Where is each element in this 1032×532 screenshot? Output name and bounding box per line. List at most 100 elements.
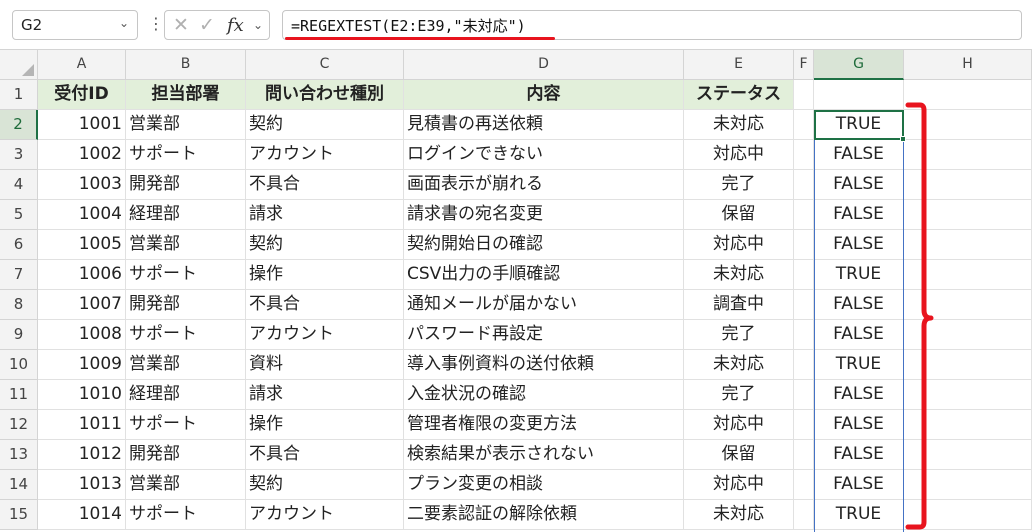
cell-a4[interactable]: 1003: [38, 170, 126, 200]
cell-e5[interactable]: 保留: [684, 200, 794, 230]
column-header-c[interactable]: C: [246, 50, 404, 80]
result-cell-g3[interactable]: FALSE: [814, 140, 904, 170]
cell-c3[interactable]: アカウント: [246, 140, 404, 170]
chevron-down-icon[interactable]: ⌄: [253, 18, 263, 32]
cell-c4[interactable]: 不具合: [246, 170, 404, 200]
row-header-4[interactable]: 4: [0, 170, 38, 200]
row-header-1[interactable]: 1: [0, 80, 38, 110]
row-header-14[interactable]: 14: [0, 470, 38, 500]
cell-b15[interactable]: サポート: [126, 500, 246, 530]
result-cell-g13[interactable]: FALSE: [814, 440, 904, 470]
cell-a2[interactable]: 1001: [38, 110, 126, 140]
more-options-icon[interactable]: ⋮: [148, 14, 164, 33]
cell-a9[interactable]: 1008: [38, 320, 126, 350]
cell-d9[interactable]: パスワード再設定: [404, 320, 684, 350]
cell-e7[interactable]: 未対応: [684, 260, 794, 290]
cell-e15[interactable]: 未対応: [684, 500, 794, 530]
cancel-icon[interactable]: ✕: [173, 14, 189, 36]
cell-b9[interactable]: サポート: [126, 320, 246, 350]
result-cell-g15[interactable]: TRUE: [814, 500, 904, 530]
cell-f10[interactable]: [794, 350, 814, 380]
cell-f8[interactable]: [794, 290, 814, 320]
cell-b14[interactable]: 営業部: [126, 470, 246, 500]
cell-g1[interactable]: [814, 80, 904, 110]
header-cell-e[interactable]: ステータス: [684, 80, 794, 110]
cell-b3[interactable]: サポート: [126, 140, 246, 170]
cell-f7[interactable]: [794, 260, 814, 290]
cell-c2[interactable]: 契約: [246, 110, 404, 140]
cell-a6[interactable]: 1005: [38, 230, 126, 260]
cell-e11[interactable]: 完了: [684, 380, 794, 410]
cell-f2[interactable]: [794, 110, 814, 140]
insert-function-icon[interactable]: fx: [227, 15, 244, 36]
result-cell-g7[interactable]: TRUE: [814, 260, 904, 290]
column-header-e[interactable]: E: [684, 50, 794, 80]
cell-b7[interactable]: サポート: [126, 260, 246, 290]
column-header-d[interactable]: D: [404, 50, 684, 80]
cell-f14[interactable]: [794, 470, 814, 500]
result-cell-g11[interactable]: FALSE: [814, 380, 904, 410]
cell-f9[interactable]: [794, 320, 814, 350]
column-header-b[interactable]: B: [126, 50, 246, 80]
cell-d3[interactable]: ログインできない: [404, 140, 684, 170]
cell-e4[interactable]: 完了: [684, 170, 794, 200]
cell-c13[interactable]: 不具合: [246, 440, 404, 470]
cell-b11[interactable]: 経理部: [126, 380, 246, 410]
row-header-5[interactable]: 5: [0, 200, 38, 230]
cell-f11[interactable]: [794, 380, 814, 410]
cell-d8[interactable]: 通知メールが届かない: [404, 290, 684, 320]
row-header-13[interactable]: 13: [0, 440, 38, 470]
row-header-2[interactable]: 2: [0, 110, 38, 140]
column-header-g[interactable]: G: [814, 50, 904, 80]
cell-a7[interactable]: 1006: [38, 260, 126, 290]
cell-a14[interactable]: 1013: [38, 470, 126, 500]
result-cell-g10[interactable]: TRUE: [814, 350, 904, 380]
cell-c9[interactable]: アカウント: [246, 320, 404, 350]
cell-f4[interactable]: [794, 170, 814, 200]
cell-d6[interactable]: 契約開始日の確認: [404, 230, 684, 260]
result-cell-g12[interactable]: FALSE: [814, 410, 904, 440]
cell-f12[interactable]: [794, 410, 814, 440]
cell-a12[interactable]: 1011: [38, 410, 126, 440]
cell-b6[interactable]: 営業部: [126, 230, 246, 260]
cell-a10[interactable]: 1009: [38, 350, 126, 380]
result-cell-g14[interactable]: FALSE: [814, 470, 904, 500]
cell-f3[interactable]: [794, 140, 814, 170]
row-header-12[interactable]: 12: [0, 410, 38, 440]
result-cell-g2[interactable]: TRUE: [814, 110, 904, 140]
column-header-f[interactable]: F: [794, 50, 814, 80]
cell-d11[interactable]: 入金状況の確認: [404, 380, 684, 410]
result-cell-g4[interactable]: FALSE: [814, 170, 904, 200]
result-cell-g6[interactable]: FALSE: [814, 230, 904, 260]
cell-b2[interactable]: 営業部: [126, 110, 246, 140]
cell-f13[interactable]: [794, 440, 814, 470]
cell-e2[interactable]: 未対応: [684, 110, 794, 140]
cell-d10[interactable]: 導入事例資料の送付依頼: [404, 350, 684, 380]
cell-c5[interactable]: 請求: [246, 200, 404, 230]
cell-d14[interactable]: プラン変更の相談: [404, 470, 684, 500]
cell-b5[interactable]: 経理部: [126, 200, 246, 230]
row-header-15[interactable]: 15: [0, 500, 38, 530]
header-cell-d[interactable]: 内容: [404, 80, 684, 110]
cell-d12[interactable]: 管理者権限の変更方法: [404, 410, 684, 440]
cell-f15[interactable]: [794, 500, 814, 530]
cell-a3[interactable]: 1002: [38, 140, 126, 170]
cell-e9[interactable]: 完了: [684, 320, 794, 350]
cell-c7[interactable]: 操作: [246, 260, 404, 290]
cell-b10[interactable]: 営業部: [126, 350, 246, 380]
cell-f5[interactable]: [794, 200, 814, 230]
chevron-down-icon[interactable]: ⌄: [119, 16, 129, 30]
column-header-a[interactable]: A: [38, 50, 126, 80]
column-header-h[interactable]: H: [904, 50, 1032, 80]
cell-c11[interactable]: 請求: [246, 380, 404, 410]
cell-c14[interactable]: 契約: [246, 470, 404, 500]
cell-e6[interactable]: 対応中: [684, 230, 794, 260]
formula-input[interactable]: =REGEXTEST(E2:E39,"未対応"): [282, 10, 1022, 40]
check-icon[interactable]: ✓: [199, 14, 215, 36]
header-cell-c[interactable]: 問い合わせ種別: [246, 80, 404, 110]
cell-a8[interactable]: 1007: [38, 290, 126, 320]
row-header-7[interactable]: 7: [0, 260, 38, 290]
row-header-10[interactable]: 10: [0, 350, 38, 380]
cell-f1[interactable]: [794, 80, 814, 110]
cell-d5[interactable]: 請求書の宛名変更: [404, 200, 684, 230]
